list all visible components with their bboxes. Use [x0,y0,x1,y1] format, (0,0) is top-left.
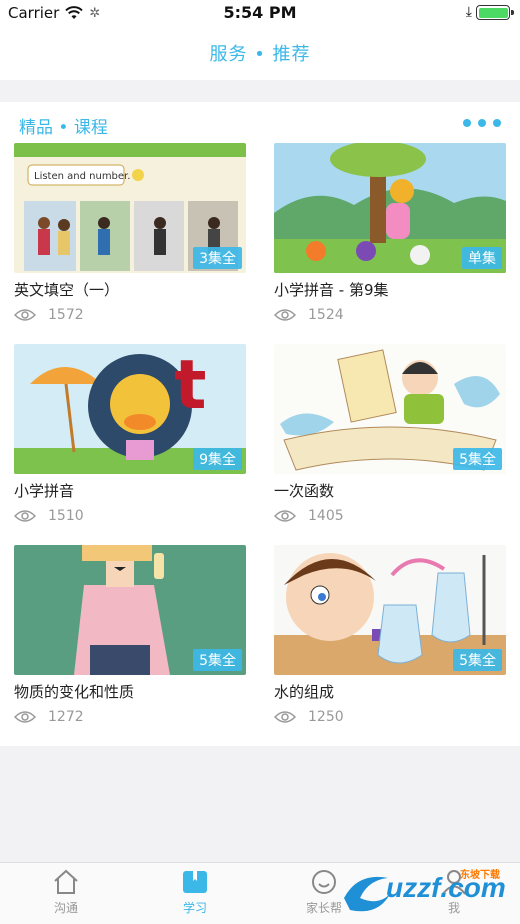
view-count: 1250 [308,709,344,725]
course-card[interactable]: 5集全 物质的变化和性质 1272 [14,545,246,725]
featured-courses-section: 精品 • 课程 Listen and number. 3集全 英文填空（一） 1… [0,102,520,746]
course-title[interactable]: 小学拼音 - 第9集 [274,279,506,299]
view-count-row: 1510 [14,508,246,524]
eye-icon [274,309,296,321]
course-thumbnail[interactable]: 5集全 [14,545,246,675]
episode-badge: 5集全 [193,649,242,671]
battery-icon [476,5,514,20]
page-title: 服务 • 推荐 [209,44,311,65]
status-time: 5:54 PM [223,3,297,22]
eye-icon [14,510,36,522]
tab-study[interactable]: 学习 [155,869,235,916]
eye-icon [274,510,296,522]
tab-label: 沟通 [53,901,78,915]
episode-badge: 3集全 [193,247,242,269]
watermark-logo: 东坡下载 uzzf.com [336,862,516,918]
tab-label: 学习 [182,901,207,915]
view-count-row: 1524 [274,307,506,323]
course-title[interactable]: 英文填空（一） [14,279,246,299]
header: 服务 • 推荐 [0,26,520,80]
course-title[interactable]: 水的组成 [274,681,506,701]
more-icon[interactable] [463,119,501,127]
episode-badge: 5集全 [453,649,502,671]
course-title[interactable]: 一次函数 [274,480,506,500]
view-count-row: 1250 [274,709,506,725]
course-title[interactable]: 物质的变化和性质 [14,681,246,701]
thumb-caption: Listen and number. [34,171,130,182]
course-card[interactable]: 5集全 水的组成 1250 [274,545,506,725]
thumb-letter: t [174,346,207,425]
view-count: 1405 [308,508,344,524]
eye-icon [14,309,36,321]
eye-icon [14,711,36,723]
status-bar: Carrier ✲ 5:54 PM ⤓ [0,0,520,26]
course-card[interactable]: t 9集全 小学拼音 1510 [14,344,246,524]
course-title[interactable]: 小学拼音 [14,480,246,500]
eye-icon [274,711,296,723]
course-thumbnail[interactable]: 单集 [274,143,506,273]
episode-badge: 9集全 [193,448,242,470]
course-card[interactable]: 单集 小学拼音 - 第9集 1524 [274,143,506,323]
course-card[interactable]: 5集全 一次函数 1405 [274,344,506,524]
course-thumbnail[interactable]: 5集全 [274,545,506,675]
watermark-text: uzzf.com [386,872,506,903]
book-icon [183,871,207,893]
section-title: 精品 • 课程 [19,118,108,138]
course-thumbnail[interactable]: t 9集全 [14,344,246,474]
view-count: 1272 [48,709,84,725]
view-count: 1524 [308,307,344,323]
view-count: 1572 [48,307,84,323]
episode-badge: 5集全 [453,448,502,470]
course-card[interactable]: Listen and number. 3集全 英文填空（一） 1572 [14,143,246,323]
charging-icon: ⤓ [465,4,472,20]
view-count: 1510 [48,508,84,524]
section-header: 精品 • 课程 [0,102,520,142]
view-count-row: 1572 [14,307,246,323]
view-count-row: 1405 [274,508,506,524]
view-count-row: 1272 [14,709,246,725]
tab-communicate[interactable]: 沟通 [26,869,106,916]
episode-badge: 单集 [462,247,502,269]
course-thumbnail[interactable]: 5集全 [274,344,506,474]
home-icon [54,869,78,894]
smile-icon [312,870,336,894]
course-thumbnail[interactable]: Listen and number. 3集全 [14,143,246,273]
